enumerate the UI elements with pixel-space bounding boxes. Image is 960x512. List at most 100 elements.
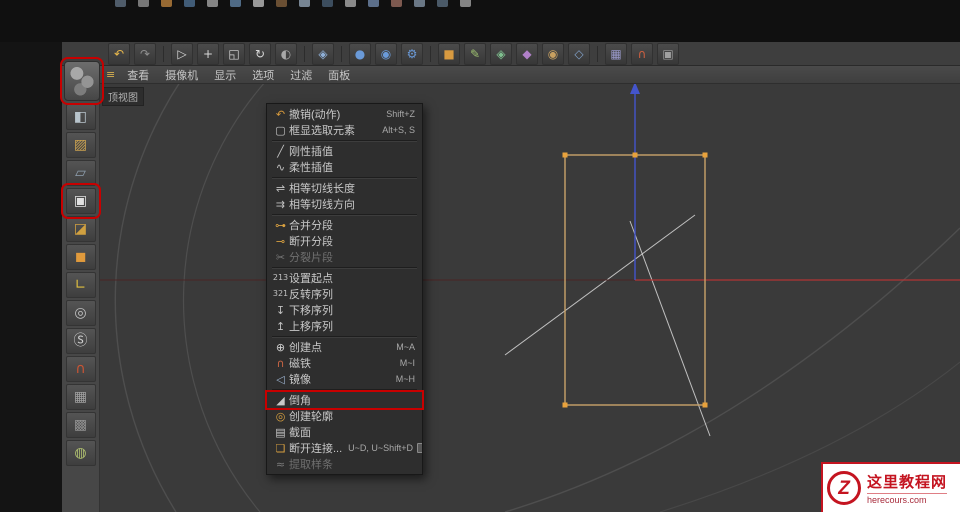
menu-item-soft-interpolation[interactable]: ∿ 柔性插值: [267, 159, 422, 175]
viewport-menu-display[interactable]: 显示: [206, 66, 244, 84]
workplane-icon[interactable]: ▦: [605, 42, 627, 65]
titlebar-clipped-icon[interactable]: [414, 0, 425, 7]
last-tool-icon[interactable]: ◐: [275, 42, 297, 65]
viewport-menu-grip-icon[interactable]: ≡: [106, 68, 115, 81]
menu-item-break-segment[interactable]: ⊸ 断开分段: [267, 233, 422, 249]
workplane-mode-icon[interactable]: ▱: [65, 160, 96, 186]
spline-pen-icon[interactable]: ✎: [464, 42, 486, 65]
deformer-icon[interactable]: ◇: [568, 42, 590, 65]
spline-point-top-middle[interactable]: [632, 152, 638, 158]
redo-icon[interactable]: ↷: [134, 42, 156, 65]
points-mode-icon[interactable]: ▣: [60, 183, 101, 219]
titlebar-clipped-icon[interactable]: [230, 0, 241, 7]
titlebar-clipped-icon[interactable]: [437, 0, 448, 7]
titlebar-clipped-icon[interactable]: [345, 0, 356, 7]
spline-point-bottom-left[interactable]: [562, 402, 568, 408]
titlebar-clipped-icon[interactable]: [253, 0, 264, 7]
snap-icon[interactable]: Ⓢ: [65, 328, 96, 354]
render-view-icon[interactable]: ●: [349, 42, 371, 65]
menu-item-move-up-sequence[interactable]: ↥ 上移序列: [267, 318, 422, 334]
lock-workplane-icon[interactable]: ▣: [657, 42, 679, 65]
menu-item-cross-section[interactable]: ▤ 截面: [267, 424, 422, 440]
rotate-tool-icon[interactable]: ↻: [249, 42, 271, 65]
menu-item-disconnect-shortcut: U~D, U~Shift+D: [348, 443, 413, 453]
magnet-icon[interactable]: ∩: [65, 356, 96, 382]
menu-item-create-point-shortcut: M~A: [396, 342, 415, 352]
spline-point-top-left[interactable]: [562, 152, 568, 158]
titlebar-clipped-icon[interactable]: [161, 0, 172, 7]
viewport-menu-view[interactable]: 查看: [119, 66, 157, 84]
toolbar-separator: [597, 45, 598, 62]
spline-point-bottom-right[interactable]: [702, 402, 708, 408]
menu-item-frame-selected[interactable]: ▢ 框显选取元素 Alt+S, S: [267, 122, 422, 138]
titlebar-clipped-icon[interactable]: [276, 0, 287, 7]
menu-item-equal-tangent-direction[interactable]: ⇉ 相等切线方向: [267, 196, 422, 212]
titlebar-clipped-icon[interactable]: [115, 0, 126, 7]
titlebar-clipped-icon[interactable]: [138, 0, 149, 7]
menu-item-set-first-point[interactable]: 213 设置起点: [267, 270, 422, 286]
break-segment-icon: ⊸: [275, 234, 286, 248]
enable-axis-icon[interactable]: ∟: [65, 272, 96, 298]
simulate-icon-glyph: ◉: [547, 46, 559, 61]
menu-item-join-segment[interactable]: ⊶ 合并分段: [267, 217, 422, 233]
command-options-icon[interactable]: [416, 443, 422, 453]
titlebar-clipped-icon[interactable]: [322, 0, 333, 7]
menu-item-undo-action-label: 撤销(动作): [289, 109, 341, 121]
snap-toggle-icon[interactable]: ∩: [631, 42, 653, 65]
titlebar-clipped-icon[interactable]: [299, 0, 310, 7]
edges-mode-icon[interactable]: ◪: [65, 216, 96, 242]
viewport-menu-panel[interactable]: 面板: [320, 66, 358, 84]
render-picture-viewer-icon[interactable]: ◉: [375, 42, 397, 65]
mograph-icon[interactable]: ◈: [490, 42, 512, 65]
undo-icon[interactable]: ↶: [108, 42, 130, 65]
menu-item-bevel[interactable]: ◢ 倒角: [265, 390, 424, 410]
toolbar-separator: [163, 45, 164, 62]
workplane-lock-icon[interactable]: ▦: [65, 384, 96, 410]
mograph-icon-glyph: ◈: [496, 46, 506, 61]
menu-item-create-outline[interactable]: ◎ 创建轮廓: [267, 408, 422, 424]
viewport[interactable]: ≡ 查看 摄像机 显示 选项 过滤 面板 顶视图: [100, 66, 960, 512]
make-editable-icon[interactable]: [60, 57, 104, 105]
spline-pen-icon-glyph: ✎: [469, 46, 481, 61]
create-outline-icon: ◎: [275, 409, 286, 423]
menu-item-mirror[interactable]: ◁ 镜像 M~H: [267, 371, 422, 387]
titlebar-clipped-icon[interactable]: [460, 0, 471, 7]
menu-item-explode-segments-label: 分裂片段: [289, 252, 333, 264]
titlebar-clipped-icon[interactable]: [207, 0, 218, 7]
quantize-icon[interactable]: ▩: [65, 412, 96, 438]
render-settings-icon[interactable]: ⚙: [401, 42, 423, 65]
volume-icon[interactable]: ◆: [516, 42, 538, 65]
menu-separator: [272, 267, 417, 268]
viewport-menu-options[interactable]: 选项: [244, 66, 282, 84]
titlebar-clipped-icon[interactable]: [391, 0, 402, 7]
menu-item-disconnect[interactable]: ❏ 断开连接... U~D, U~Shift+D: [267, 440, 422, 456]
menu-item-reverse-sequence[interactable]: 321 反转序列: [267, 286, 422, 302]
polygons-mode-icon[interactable]: ◼: [65, 244, 96, 270]
menu-item-hard-interpolation[interactable]: ╱ 刚性插值: [267, 143, 422, 159]
coordinate-system-icon[interactable]: ◈: [312, 42, 334, 65]
menu-item-explode-segments: ✂ 分裂片段: [267, 249, 422, 265]
move-tool-icon[interactable]: +: [197, 42, 219, 65]
scale-tool-icon[interactable]: ◱: [223, 42, 245, 65]
viewport-menu-camera[interactable]: 摄像机: [157, 66, 206, 84]
menu-item-equal-tangent-length[interactable]: ⇌ 相等切线长度: [267, 180, 422, 196]
extract-spline-icon: ≈: [275, 457, 286, 471]
titlebar-clipped-icon[interactable]: [368, 0, 379, 7]
viewport-solo-icon[interactable]: ◎: [65, 300, 96, 326]
paint-icon[interactable]: ◍: [65, 440, 96, 466]
live-selection-icon[interactable]: ▷: [171, 42, 193, 65]
menu-item-move-down-sequence[interactable]: ↧ 下移序列: [267, 302, 422, 318]
model-mode-icon[interactable]: ◧: [65, 104, 96, 130]
render-view-icon-glyph: ●: [354, 46, 366, 61]
primitive-cube-icon[interactable]: ■: [438, 42, 460, 65]
simulate-icon[interactable]: ◉: [542, 42, 564, 65]
menu-item-magnet[interactable]: ∩ 磁铁 M~I: [267, 355, 422, 371]
viewport-menu-filter[interactable]: 过滤: [282, 66, 320, 84]
titlebar-clipped-icon[interactable]: [184, 0, 195, 7]
spline-point-top-right[interactable]: [702, 152, 708, 158]
menu-item-create-point[interactable]: ⊕ 创建点 M~A: [267, 339, 422, 355]
menu-item-undo-action[interactable]: ↶ 撤销(动作) Shift+Z: [267, 106, 422, 122]
join-segment-icon: ⊶: [275, 218, 286, 232]
texture-mode-icon[interactable]: ▨: [65, 132, 96, 158]
menu-item-mirror-label: 镜像: [289, 374, 311, 386]
